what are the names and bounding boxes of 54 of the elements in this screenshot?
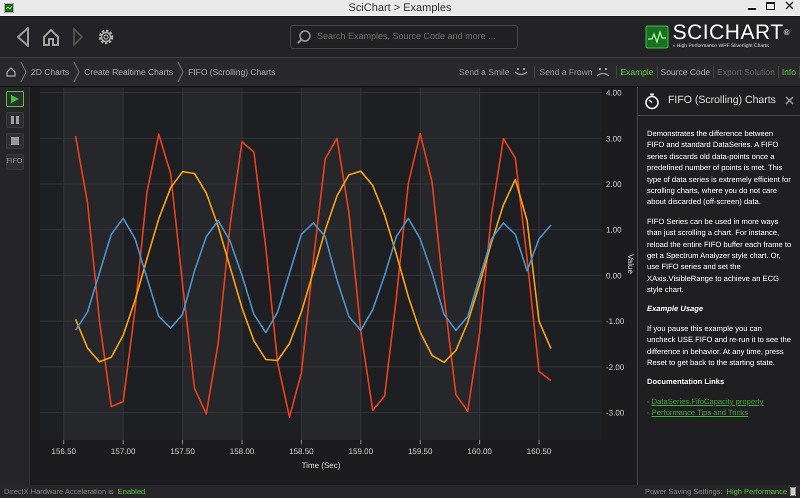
play-icon bbox=[10, 94, 20, 104]
chevron-icon bbox=[20, 61, 27, 83]
app-icon bbox=[4, 3, 14, 13]
smile-icon[interactable] bbox=[512, 66, 529, 78]
axis-tick-label: 156.50 bbox=[52, 447, 76, 456]
axis-tick-label: 157.50 bbox=[170, 447, 195, 456]
axis-tick-label: -1.00 bbox=[606, 317, 624, 326]
axis-title: Value bbox=[626, 254, 635, 274]
view-tab[interactable]: Source Code bbox=[658, 66, 714, 78]
axis-tick-label: 159.00 bbox=[348, 447, 374, 456]
stopwatch-icon bbox=[644, 92, 660, 110]
axis-tick-label: -3.00 bbox=[606, 408, 624, 418]
breadcrumb-link[interactable]: 2D Charts bbox=[31, 66, 70, 78]
view-tab[interactable]: Example bbox=[617, 66, 658, 78]
window-title: SciChart > Examples bbox=[348, 0, 452, 16]
settings-toggle-icon[interactable] bbox=[790, 487, 796, 496]
frown-icon[interactable] bbox=[595, 66, 612, 78]
search-icon bbox=[297, 30, 311, 44]
axis-tick-label: 3.00 bbox=[606, 134, 622, 144]
axis-tick-label: 158.00 bbox=[230, 447, 254, 456]
axis-tick-label: 160.50 bbox=[526, 447, 552, 456]
home-icon[interactable] bbox=[6, 67, 16, 77]
axis-tick-label: 160.00 bbox=[467, 447, 492, 456]
chevron-icon bbox=[73, 61, 80, 83]
feedback-link[interactable]: Send a Frown bbox=[540, 66, 592, 78]
view-tab[interactable]: Info bbox=[778, 66, 800, 78]
back-icon[interactable] bbox=[16, 26, 30, 48]
maximize-icon[interactable] bbox=[766, 2, 775, 10]
play-button[interactable] bbox=[6, 91, 24, 107]
axis-tick-label: 1.00 bbox=[606, 226, 622, 235]
axis-title: Time (Sec) bbox=[302, 461, 340, 470]
axis-tick-label: 0.00 bbox=[606, 271, 622, 280]
axis-tick-label: 158.50 bbox=[289, 447, 314, 456]
search-input[interactable]: Search Examples, Source Code and more ... bbox=[317, 30, 511, 44]
axis-tick-label: 2.00 bbox=[606, 180, 622, 189]
logo-icon bbox=[644, 24, 669, 48]
pause-button[interactable] bbox=[6, 112, 24, 128]
search-box[interactable]: Search Examples, Source Code and more ... bbox=[290, 24, 518, 48]
breadcrumb-link[interactable]: Create Realtime Charts bbox=[84, 66, 174, 78]
axis-tick-label: 157.00 bbox=[110, 447, 136, 456]
home-icon[interactable] bbox=[42, 28, 60, 46]
axis-tick-label: 4.00 bbox=[606, 88, 622, 98]
feedback-link[interactable]: Send a Smile bbox=[458, 66, 510, 78]
axis-tick-label: 159.50 bbox=[408, 447, 432, 456]
stop-icon bbox=[10, 136, 20, 146]
close-icon bbox=[785, 96, 794, 106]
pause-icon bbox=[10, 115, 20, 125]
chevron-icon bbox=[177, 61, 184, 83]
close-icon[interactable] bbox=[785, 1, 794, 10]
breadcrumb-link[interactable]: FIFO (Scrolling) Charts bbox=[188, 66, 276, 78]
panel-title: FIFO (Scrolling) Charts bbox=[668, 93, 776, 108]
stop-button[interactable] bbox=[6, 133, 24, 149]
axis-tick-label: -2.00 bbox=[606, 362, 624, 372]
logo-text: SCICHART$^{®}$ bbox=[672, 22, 790, 44]
